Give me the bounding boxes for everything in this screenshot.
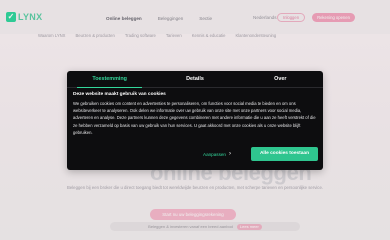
cookie-dialog-title: Deze website maakt gebruik van cookies (73, 92, 166, 97)
allow-all-cookies-button[interactable]: Alle cookies toestaan (251, 147, 318, 161)
tab-over[interactable]: Over (238, 71, 323, 87)
tab-toestemming[interactable]: Toestemming (67, 71, 152, 88)
customize-button[interactable]: Aanpassen › (203, 149, 239, 159)
customize-label: Aanpassen (203, 151, 226, 157)
cookie-tabs: Toestemming Details Over (67, 71, 323, 88)
cookie-dialog-body: We gebruiken cookies om content en adver… (73, 101, 316, 135)
chevron-right-icon: › (229, 151, 231, 157)
tab-details[interactable]: Details (152, 71, 237, 87)
